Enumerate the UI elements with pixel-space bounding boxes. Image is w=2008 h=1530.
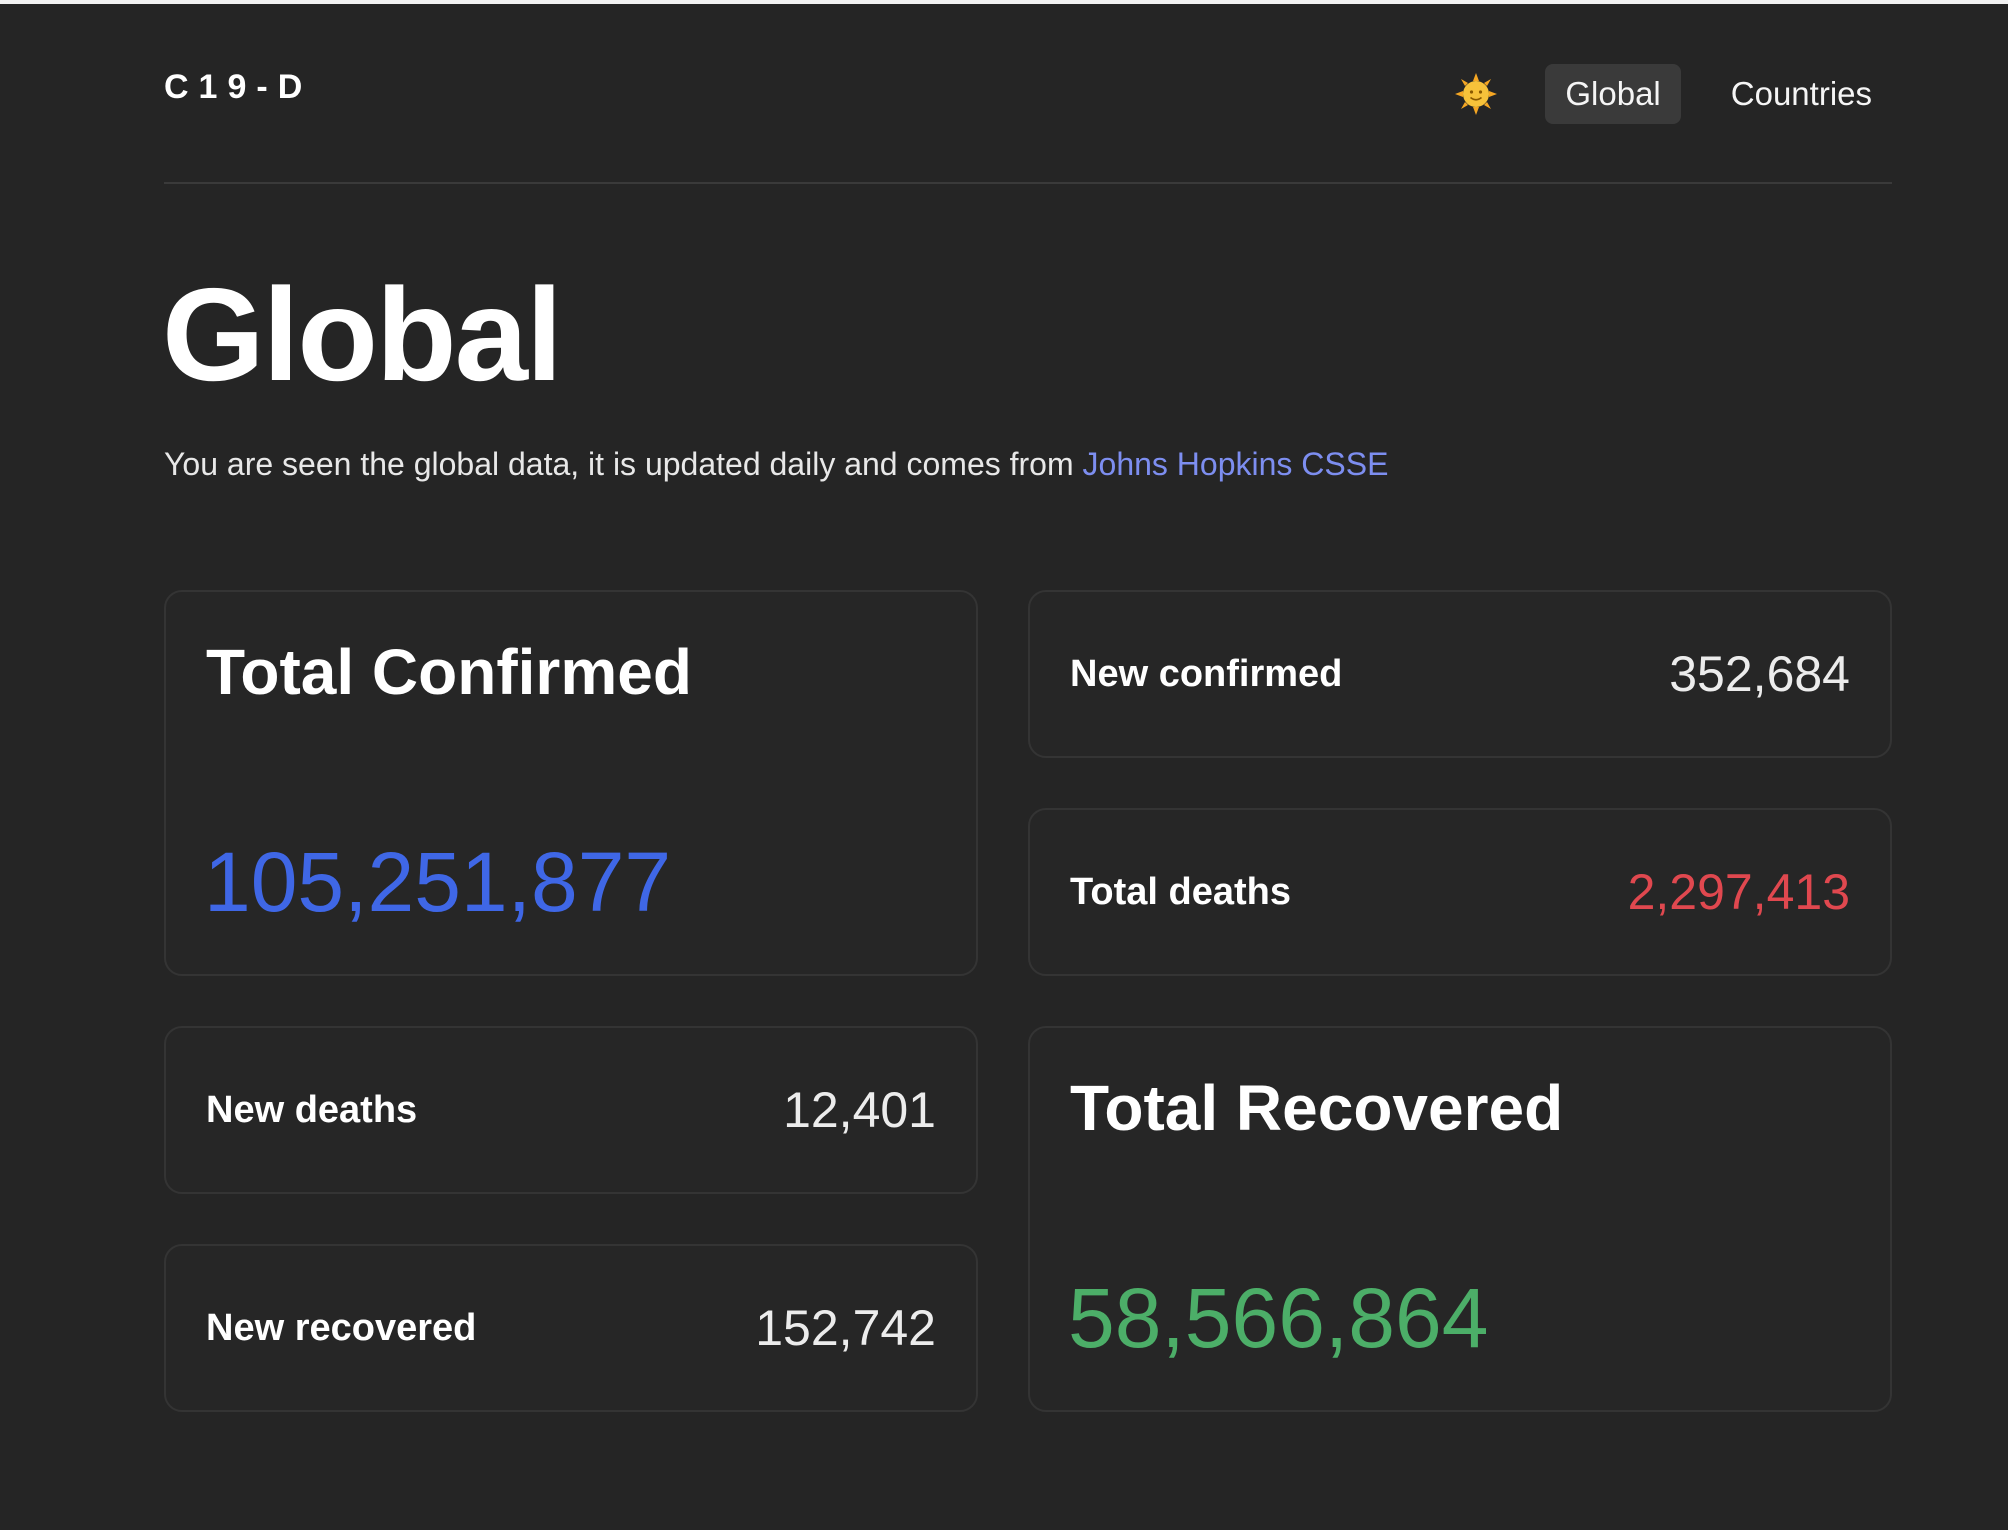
brand-logo[interactable]: C19-D <box>164 68 312 107</box>
new-deaths-value: 12,401 <box>783 1082 936 1138</box>
new-confirmed-value: 352,684 <box>1669 646 1850 702</box>
total-confirmed-label: Total Confirmed <box>206 636 692 708</box>
page-subtitle: You are seen the global data, it is upda… <box>164 440 1388 488</box>
top-navbar: C19-D Global Countries <box>164 56 1892 128</box>
subtitle-text: You are seen the global data, it is upda… <box>164 446 1083 482</box>
nav-countries[interactable]: Countries <box>1711 64 1892 124</box>
main-nav: Global Countries <box>1455 64 1892 124</box>
new-recovered-label: New recovered <box>206 1306 477 1349</box>
sun-face-icon[interactable] <box>1455 73 1498 115</box>
page-title: Global <box>162 261 563 408</box>
top-edge-line <box>0 0 2008 4</box>
total-recovered-label: Total Recovered <box>1070 1072 1564 1144</box>
new-deaths-label: New deaths <box>206 1088 418 1131</box>
total-deaths-value: 2,297,413 <box>1627 864 1850 920</box>
nav-global[interactable]: Global <box>1545 64 1681 124</box>
total-deaths-card: Total deaths 2,297,413 <box>1028 808 1892 976</box>
total-deaths-label: Total deaths <box>1070 870 1291 913</box>
total-recovered-value: 58,566,864 <box>1068 1271 1489 1365</box>
total-confirmed-card: Total Confirmed 105,251,877 <box>164 590 978 976</box>
total-confirmed-value: 105,251,877 <box>204 835 672 929</box>
new-confirmed-label: New confirmed <box>1070 652 1343 695</box>
new-confirmed-card: New confirmed 352,684 <box>1028 590 1892 758</box>
header-divider <box>164 182 1892 184</box>
new-recovered-value: 152,742 <box>755 1300 936 1356</box>
johns-hopkins-link[interactable]: Johns Hopkins CSSE <box>1083 446 1389 482</box>
total-recovered-card: Total Recovered 58,566,864 <box>1028 1026 1892 1412</box>
new-deaths-card: New deaths 12,401 <box>164 1026 978 1194</box>
new-recovered-card: New recovered 152,742 <box>164 1244 978 1412</box>
